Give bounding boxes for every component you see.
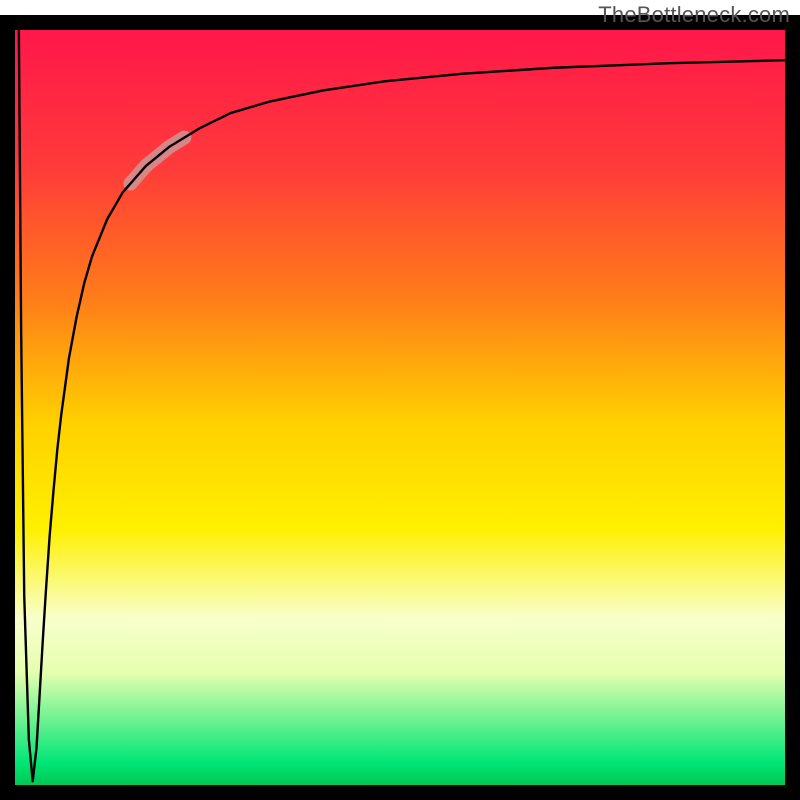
chart-background (15, 30, 785, 785)
watermark-text: TheBottleneck.com (598, 2, 790, 28)
bottleneck-chart (0, 0, 800, 800)
